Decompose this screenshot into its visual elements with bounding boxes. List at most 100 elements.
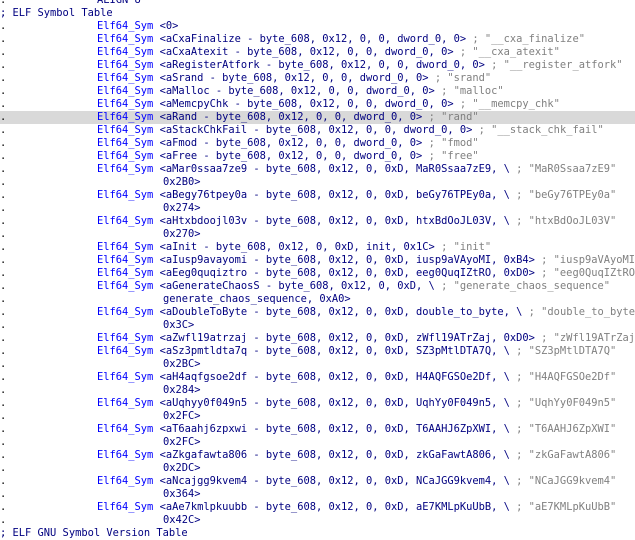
gutter-dot: .: [0, 215, 7, 227]
type-name: Elf64_Sym: [97, 111, 160, 123]
gutter-dot: .: [0, 202, 7, 214]
symbol-row[interactable]: . Elf64_Sym <aBegy76tpey0a - byte_608, 0x…: [0, 189, 635, 202]
gutter-dot: .: [0, 514, 7, 526]
symbol-entry: Elf64_Sym <aIusp9avayomi - byte_608, 0x1…: [97, 254, 635, 267]
gutter-dot: .: [0, 85, 7, 97]
listing-line-align[interactable]: . ALIGN 8: [0, 0, 635, 7]
type-name: Elf64_Sym: [97, 449, 160, 461]
symbol-comment: ; "SZ3pMtlDTA7Q": [509, 345, 617, 357]
symbol-row[interactable]: . Elf64_Sym <aSrand - byte_608, 0x12, 0, …: [0, 72, 635, 85]
symbol-comment: ; "beGy76TPEy0a": [509, 189, 617, 201]
symbol-row[interactable]: . Elf64_Sym <aIusp9avayomi - byte_608, 0x…: [0, 254, 635, 267]
symbol-row[interactable]: . Elf64_Sym <aFmod - byte_608, 0x12, 0, 0…: [0, 137, 635, 150]
symbol-row[interactable]: . Elf64_Sym <aMalloc - byte_608, 0x12, 0,…: [0, 85, 635, 98]
symbol-row[interactable]: . Elf64_Sym <aT6aahj6zpxwi - byte_608, 0x…: [0, 423, 635, 436]
symbol-row-continuation[interactable]: . 0x2BC>: [0, 358, 635, 371]
symbol-row[interactable]: . Elf64_Sym <aHtxbdoojl03v - byte_608, 0x…: [0, 215, 635, 228]
symbol-row-continuation[interactable]: . 0x2B0>: [0, 176, 635, 189]
symbol-operands: <aFree - byte_608, 0x12, 0, 0, dword_0, …: [159, 150, 423, 162]
symbol-row-continuation[interactable]: . 0x274>: [0, 202, 635, 215]
symbol-row[interactable]: . Elf64_Sym <aCxaAtexit - byte_608, 0x12,…: [0, 46, 635, 59]
symbol-row-continuation[interactable]: . generate_chaos_sequence, 0xA0>: [0, 293, 635, 306]
symbol-row[interactable]: . Elf64_Sym <aH4aqfgsoe2df - byte_608, 0x…: [0, 371, 635, 384]
symbol-row[interactable]: . Elf64_Sym <aZkgafawta806 - byte_608, 0x…: [0, 449, 635, 462]
symbol-row[interactable]: . Elf64_Sym <aZwfl19atrzaj - byte_608, 0x…: [0, 332, 635, 345]
symbol-entry: Elf64_Sym <aDoubleToByte - byte_608, 0x1…: [97, 306, 635, 319]
symbol-operands: <aIusp9avayomi - byte_608, 0x12, 0, 0xD,…: [159, 254, 535, 266]
symbol-row[interactable]: . Elf64_Sym <aSz3pmtldta7q - byte_608, 0x…: [0, 345, 635, 358]
symbol-row[interactable]: . Elf64_Sym <aDoubleToByte - byte_608, 0x…: [0, 306, 635, 319]
symbol-row[interactable]: . Elf64_Sym <aUqhyy0f049n5 - byte_608, 0x…: [0, 397, 635, 410]
symbol-row[interactable]: . Elf64_Sym <aRegisterAtfork - byte_608, …: [0, 59, 635, 72]
type-name: Elf64_Sym: [97, 397, 160, 409]
gutter-dot: .: [0, 124, 7, 136]
symbol-operands: <aCxaAtexit - byte_608, 0x12, 0, 0, dwor…: [159, 46, 454, 58]
continuation-operand: 0x2B0>: [163, 176, 201, 188]
symbol-row-continuation[interactable]: . 0x3C>: [0, 319, 635, 332]
symbol-row[interactable]: . Elf64_Sym <aFree - byte_608, 0x12, 0, 0…: [0, 150, 635, 163]
gutter-dot: .: [0, 20, 7, 32]
symbol-operands: <aH4aqfgsoe2df - byte_608, 0x12, 0, 0xD,…: [159, 371, 510, 383]
gutter-dot: .: [0, 371, 7, 383]
gutter-dot: .: [0, 228, 7, 240]
symbol-row[interactable]: . Elf64_Sym <aGenerateChaosS - byte_608, …: [0, 280, 635, 293]
type-name: Elf64_Sym: [97, 267, 160, 279]
symbol-operands: <aBegy76tpey0a - byte_608, 0x12, 0, 0xD,…: [159, 189, 510, 201]
symbol-row-continuation[interactable]: . 0x364>: [0, 488, 635, 501]
symbol-row[interactable]: . Elf64_Sym <aStackChkFail - byte_608, 0x…: [0, 124, 635, 137]
symbol-comment: ; "malloc": [434, 85, 504, 97]
continuation-operand: 0x364>: [163, 488, 201, 500]
gutter-dot: .: [0, 384, 7, 396]
symbol-entry: Elf64_Sym <0>: [97, 20, 178, 33]
gutter-dot: .: [0, 319, 7, 331]
symbol-comment: ; "fmod": [422, 137, 479, 149]
symbol-operands: <aGenerateChaosS - byte_608, 0x12, 0, 0x…: [159, 280, 435, 292]
symbol-row[interactable]: . Elf64_Sym <aNcajgg9kvem4 - byte_608, 0x…: [0, 475, 635, 488]
symbol-row-continuation[interactable]: . 0x270>: [0, 228, 635, 241]
gutter-dot: .: [0, 475, 7, 487]
symbol-entry: Elf64_Sym <aBegy76tpey0a - byte_608, 0x1…: [97, 189, 616, 202]
symbol-operands: <aCxaFinalize - byte_608, 0x12, 0, 0, dw…: [159, 33, 467, 45]
gutter-dot: .: [0, 397, 7, 409]
continuation-operand: 0x274>: [163, 202, 201, 214]
symbol-row-continuation[interactable]: . 0x2FC>: [0, 436, 635, 449]
gutter-dot: .: [0, 0, 7, 6]
symbol-operands: <aSrand - byte_608, 0x12, 0, 0, dword_0,…: [159, 72, 429, 84]
symbol-row[interactable]: . Elf64_Sym <aAe7kmlpkuubb - byte_608, 0x…: [0, 501, 635, 514]
symbol-comment: ; "htxBdOoJL03V": [509, 215, 617, 227]
symbol-row[interactable]: . Elf64_Sym <0>: [0, 20, 635, 33]
symbol-entry: Elf64_Sym <aUqhyy0f049n5 - byte_608, 0x1…: [97, 397, 616, 410]
symbol-entry: Elf64_Sym <aCxaFinalize - byte_608, 0x12…: [97, 33, 585, 46]
symbol-comment: ; "srand": [428, 72, 492, 84]
symbol-row[interactable]: . Elf64_Sym <aInit - byte_608, 0x12, 0, 0…: [0, 241, 635, 254]
symbol-entry: Elf64_Sym <aFmod - byte_608, 0x12, 0, 0,…: [97, 137, 479, 150]
symbol-operands: <aRand - byte_608, 0x12, 0, 0, dword_0, …: [159, 111, 423, 123]
gutter-dot: .: [0, 293, 7, 305]
symbol-row[interactable]: . Elf64_Sym <aCxaFinalize - byte_608, 0x1…: [0, 33, 635, 46]
listing-line-section-comment[interactable]: .; ELF Symbol Table: [0, 7, 635, 20]
symbol-row-continuation[interactable]: . 0x2FC>: [0, 410, 635, 423]
type-name: Elf64_Sym: [97, 241, 160, 253]
gutter-dot: .: [0, 137, 7, 149]
gutter-dot: .: [0, 46, 7, 58]
listing-line-footer-comment[interactable]: .; ELF GNU Symbol Version Table: [0, 527, 635, 540]
continuation-operand: 0x2BC>: [163, 358, 201, 370]
symbol-row-continuation[interactable]: . 0x42C>: [0, 514, 635, 527]
disassembly-view[interactable]: { "header_partial": "ALIGN 8", "section_…: [0, 0, 635, 539]
type-name: Elf64_Sym: [97, 306, 160, 318]
symbol-row[interactable]: . Elf64_Sym <aMar0ssaa7ze9 - byte_608, 0x…: [0, 163, 635, 176]
symbol-row[interactable]: . Elf64_Sym <aMemcpyChk - byte_608, 0x12,…: [0, 98, 635, 111]
type-name: Elf64_Sym: [97, 215, 160, 227]
symbol-comment: ; "eeg0QuqIZtRO": [534, 267, 635, 279]
symbol-row[interactable]: . Elf64_Sym <aRand - byte_608, 0x12, 0, 0…: [0, 111, 635, 124]
continuation-operand: 0x2FC>: [163, 410, 201, 422]
type-name: Elf64_Sym: [97, 33, 160, 45]
type-name: Elf64_Sym: [97, 85, 160, 97]
symbol-comment: ; "H4AQFGSOe2Df": [509, 371, 617, 383]
symbol-row[interactable]: . Elf64_Sym <aEeg0quqiztro - byte_608, 0x…: [0, 267, 635, 280]
symbol-row-continuation[interactable]: . 0x284>: [0, 384, 635, 397]
continuation-operand: 0x2FC>: [163, 436, 201, 448]
gutter-dot: .: [0, 150, 7, 162]
type-name: Elf64_Sym: [97, 280, 160, 292]
symbol-row-continuation[interactable]: . 0x2DC>: [0, 462, 635, 475]
